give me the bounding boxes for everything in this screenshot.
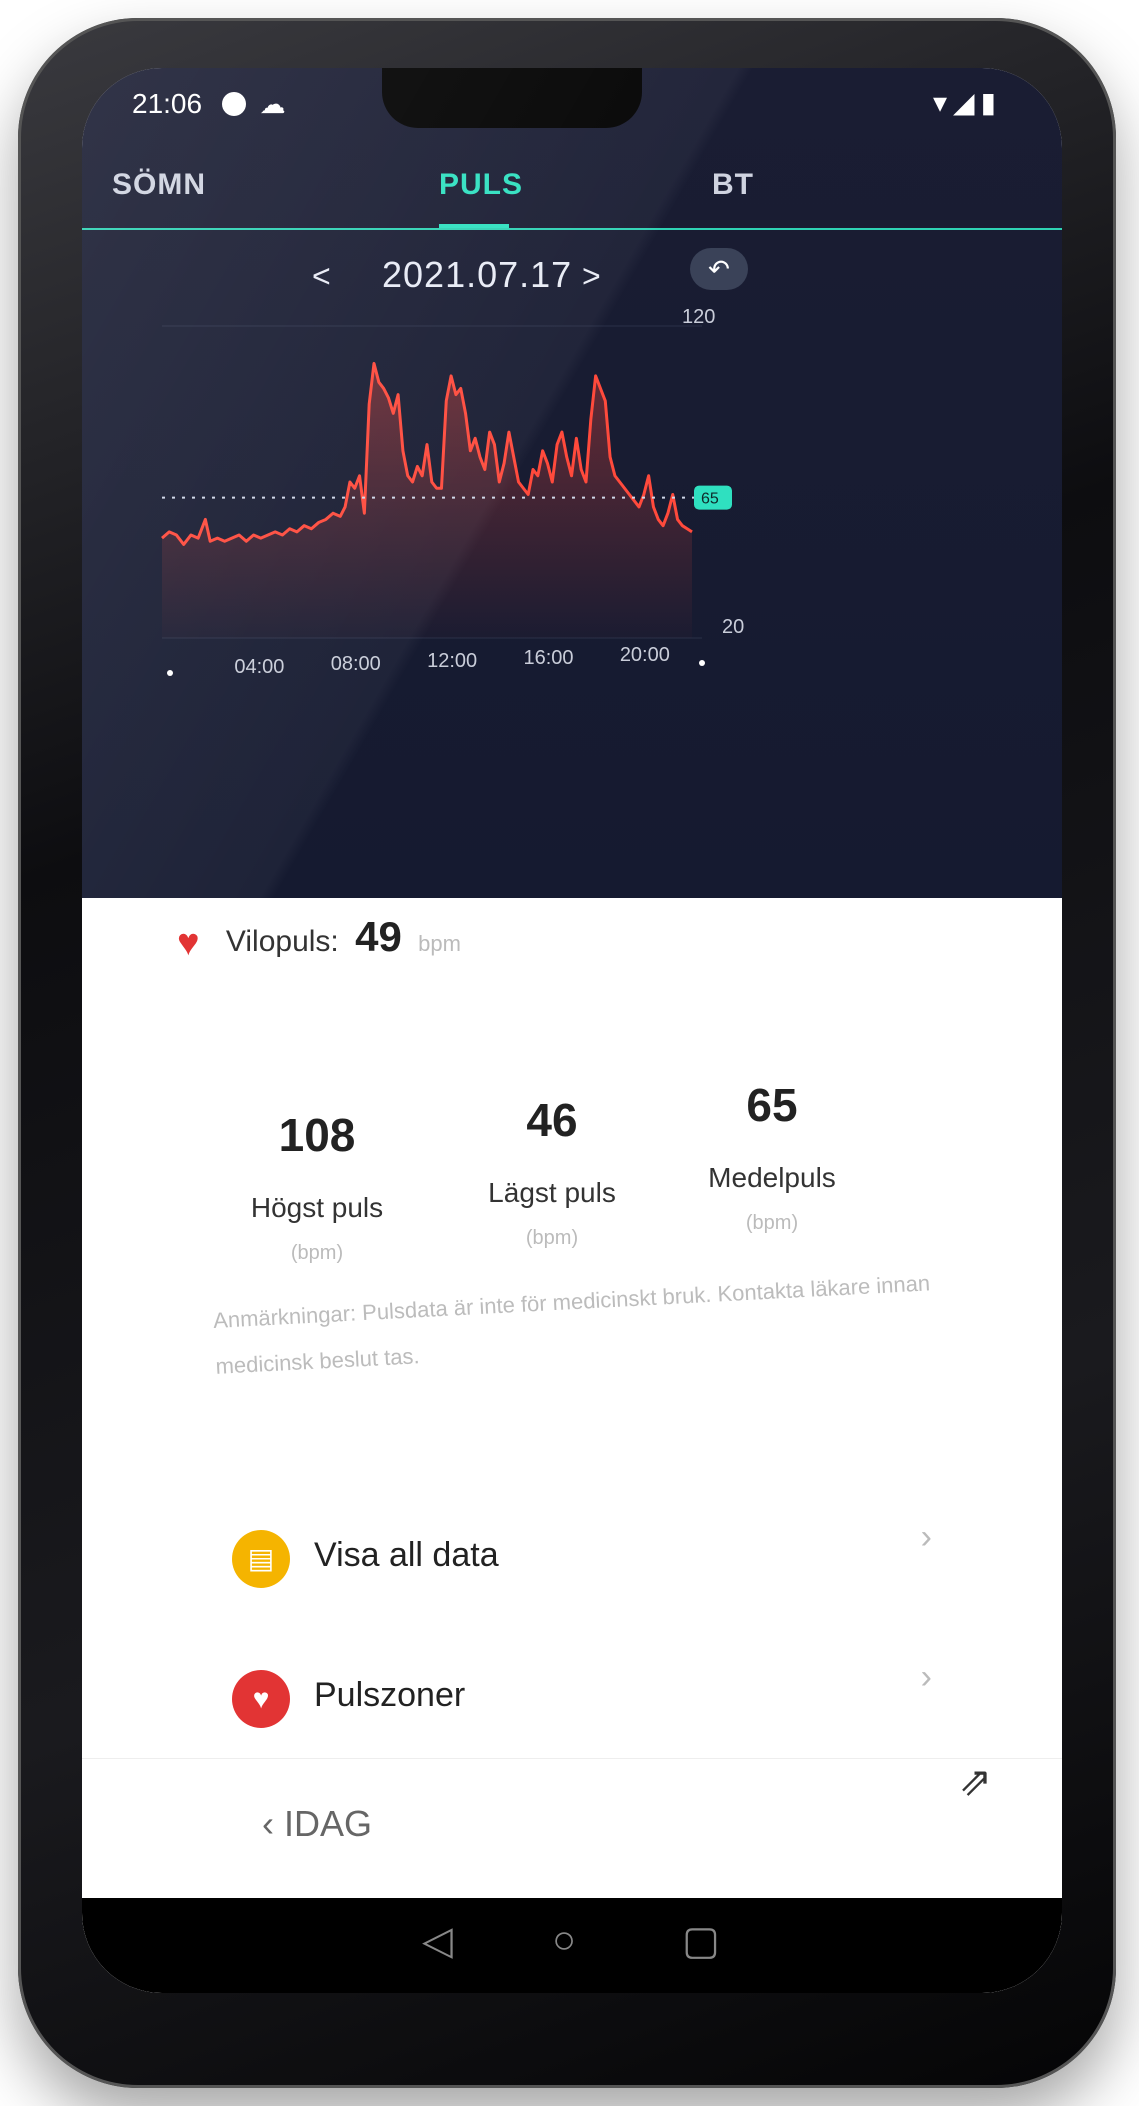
x-axis-ticks: 04:00 08:00 12:00 16:00 20:00 (234, 644, 670, 678)
current-date: 2021.07.17 (382, 254, 573, 295)
camera-notch (382, 68, 642, 128)
nav-back-icon[interactable]: ◁ (422, 1918, 453, 1964)
x-tick-label: 16:00 (523, 647, 573, 669)
stat-max-value: 108 (278, 1109, 356, 1161)
back-today-button[interactable]: ‹ IDAG (262, 1803, 372, 1845)
stat-min-unit: (bpm) (525, 1227, 579, 1249)
y-tick-bottom: 20 (722, 616, 744, 638)
header-panel: 21:06 ☁ ▾◢▮ SÖMN PULS BT < 2021.07.17 > … (82, 68, 1062, 898)
x-tick-label: 12:00 (427, 650, 477, 672)
average-badge-label: 65 (701, 491, 719, 508)
stat-max-label: Högst puls (250, 1192, 384, 1223)
chevron-right-icon: › (920, 1658, 932, 1696)
resting-heart-rate: ♥ Vilopuls: 49 bpm (177, 913, 461, 965)
stat-max: 108 Högst puls (bpm) (197, 1108, 437, 1265)
android-nav-bar: ◁ ○ ▢ (82, 1898, 1062, 1993)
tab-bar: SÖMN PULS BT (82, 148, 1062, 230)
stat-avg-unit: (bpm) (745, 1212, 799, 1234)
chart-area-fill (162, 363, 692, 638)
x-end-dot (699, 660, 705, 666)
app-screen: 21:06 ☁ ▾◢▮ SÖMN PULS BT < 2021.07.17 > … (82, 68, 1062, 1993)
heart-icon: ♥ (177, 922, 200, 964)
stat-min-value: 46 (526, 1094, 578, 1146)
back-today-label: IDAG (284, 1803, 373, 1844)
next-day-button[interactable]: > (582, 258, 601, 295)
bottom-bar: ‹ IDAG ⇗ (82, 1758, 1062, 1879)
share-icon[interactable]: ⇗ (958, 1759, 992, 1805)
chevron-right-icon: › (920, 1518, 932, 1556)
x-tick-label: 08:00 (331, 653, 381, 675)
resting-label: Vilopuls: (225, 925, 339, 958)
menu-item-heart-zones-label: Pulszoner (314, 1676, 466, 1714)
y-tick-top: 120 (682, 308, 715, 328)
x-tick-label: 20:00 (620, 644, 670, 666)
resting-unit: bpm (418, 931, 461, 956)
notification-dot-icon (221, 92, 246, 116)
stat-min-label: Lägst puls (488, 1177, 616, 1208)
cloud-icon: ☁ (259, 89, 286, 119)
menu-item-all-data-label: Visa all data (314, 1536, 499, 1574)
tab-bt[interactable]: BT (712, 168, 754, 202)
chevron-left-icon: ‹ (262, 1803, 284, 1844)
stat-avg-label: Medelpuls (708, 1162, 836, 1193)
stat-min: 46 Lägst puls (bpm) (432, 1093, 672, 1250)
heart-icon: ♥ (232, 1670, 290, 1728)
active-tab-indicator (439, 224, 509, 228)
stat-avg-value: 65 (746, 1079, 798, 1131)
document-icon: ▤ (232, 1530, 290, 1588)
tab-puls[interactable]: PULS (439, 168, 523, 202)
nav-home-icon[interactable]: ○ (552, 1918, 576, 1963)
status-time: 21:06 (132, 88, 203, 119)
system-icons: ▾◢▮ (933, 87, 1002, 118)
menu-item-all-data[interactable]: ▤ Visa all data › (232, 1518, 952, 1608)
phone-frame: 21:06 ☁ ▾◢▮ SÖMN PULS BT < 2021.07.17 > … (18, 18, 1116, 2088)
status-bar: 21:06 ☁ (132, 88, 286, 120)
stat-max-unit: (bpm) (290, 1242, 344, 1264)
prev-day-button[interactable]: < (312, 258, 331, 295)
x-start-dot (167, 670, 173, 676)
tab-somn[interactable]: SÖMN (112, 168, 206, 202)
x-tick-label: 04:00 (234, 656, 284, 678)
nav-recents-icon[interactable]: ▢ (682, 1918, 720, 1964)
resting-value: 49 (355, 913, 402, 960)
date-navigator: < 2021.07.17 > (82, 248, 1062, 308)
heart-rate-chart: 120 20 65 04:00 08:00 12:00 16:00 20:00 (161, 308, 744, 678)
undo-icon[interactable]: ↶ (690, 248, 748, 290)
menu-item-heart-zones[interactable]: ♥ Pulszoner › (232, 1658, 952, 1748)
stat-avg: 65 Medelpuls (bpm) (652, 1078, 892, 1235)
